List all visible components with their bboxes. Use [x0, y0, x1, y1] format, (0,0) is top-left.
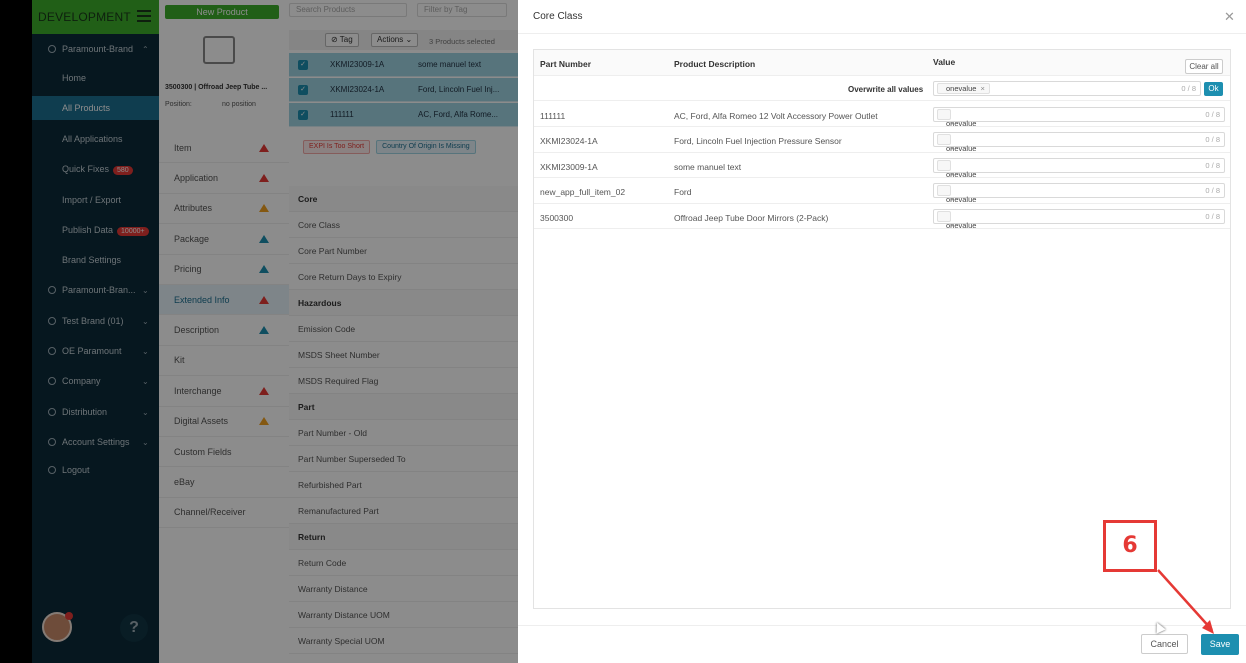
description-cell: Ford, Lincoln Fuel Injection Pressure Se…	[674, 136, 842, 147]
overwrite-value-input[interactable]: onevalue × 0 / 8	[933, 81, 1201, 96]
value-input[interactable]: onevalue × 0 / 8	[933, 107, 1225, 128]
part-number-cell: XKMI23024-1A	[540, 136, 598, 147]
table-header: Part Number Product Description Value Cl…	[534, 50, 1230, 76]
part-number-cell: XKMI23009-1A	[540, 161, 598, 172]
value-input[interactable]: onevalue × 0 / 8	[933, 157, 1225, 179]
value-tag[interactable]: onevalue ×	[937, 185, 976, 204]
table-row: 3500300 Offroad Jeep Tube Door Mirrors (…	[534, 204, 1230, 230]
char-count: 0 / 8	[1181, 84, 1196, 93]
overwrite-label: Overwrite all values	[848, 85, 924, 94]
value-tag[interactable]: onevalue ×	[937, 210, 976, 230]
value-input[interactable]: onevalue × 0 / 8	[933, 208, 1225, 230]
value-input[interactable]: onevalue × 0 / 8	[933, 183, 1225, 204]
value-input[interactable]: onevalue × 0 / 8	[933, 132, 1225, 153]
char-count: 0 / 8	[1205, 135, 1220, 145]
char-count: 0 / 8	[1205, 211, 1220, 221]
divider	[518, 625, 1246, 626]
step-annotation: 6	[1103, 520, 1157, 572]
column-header-description: Product Description	[674, 59, 756, 69]
table-row: 111111 AC, Ford, Alfa Romeo 12 Volt Acce…	[534, 102, 1230, 128]
drawer-title: Core Class	[533, 11, 583, 22]
column-header-part-number: Part Number	[540, 59, 592, 69]
char-count: 0 / 8	[1205, 160, 1220, 170]
clear-all-button[interactable]: Clear all	[1185, 59, 1223, 74]
description-cell: Offroad Jeep Tube Door Mirrors (2-Pack)	[674, 212, 829, 223]
description-cell: Ford	[674, 187, 692, 198]
description-cell: AC, Ford, Alfa Romeo 12 Volt Accessory P…	[674, 111, 878, 121]
remove-icon: ×	[980, 84, 985, 93]
value-tag[interactable]: onevalue ×	[937, 83, 990, 94]
char-count: 0 / 8	[1205, 110, 1220, 119]
close-icon[interactable]: ✕	[1224, 9, 1235, 25]
value-tag[interactable]: onevalue ×	[937, 109, 976, 128]
char-count: 0 / 8	[1205, 186, 1220, 196]
part-number-cell: 111111	[540, 111, 566, 121]
value-tag[interactable]: onevalue ×	[937, 134, 976, 153]
value-tag[interactable]: onevalue ×	[937, 159, 976, 179]
divider	[518, 33, 1246, 34]
description-cell: some manuel text	[674, 161, 742, 172]
overwrite-row: Overwrite all values onevalue × 0 / 8 Ok	[534, 76, 1230, 101]
table-row: XKMI23009-1A some manuel text onevalue × …	[534, 153, 1230, 179]
ok-button[interactable]: Ok	[1204, 82, 1223, 96]
table-row: XKMI23024-1A Ford, Lincoln Fuel Injectio…	[534, 127, 1230, 153]
remove-icon: ×	[950, 220, 955, 230]
column-header-value: Value	[933, 57, 956, 67]
part-number-cell: 3500300	[540, 212, 574, 223]
modal-backdrop[interactable]	[32, 0, 518, 663]
table-row: new_app_full_item_02 Ford onevalue × 0 / …	[534, 178, 1230, 204]
part-number-cell: new_app_full_item_02	[540, 187, 626, 198]
